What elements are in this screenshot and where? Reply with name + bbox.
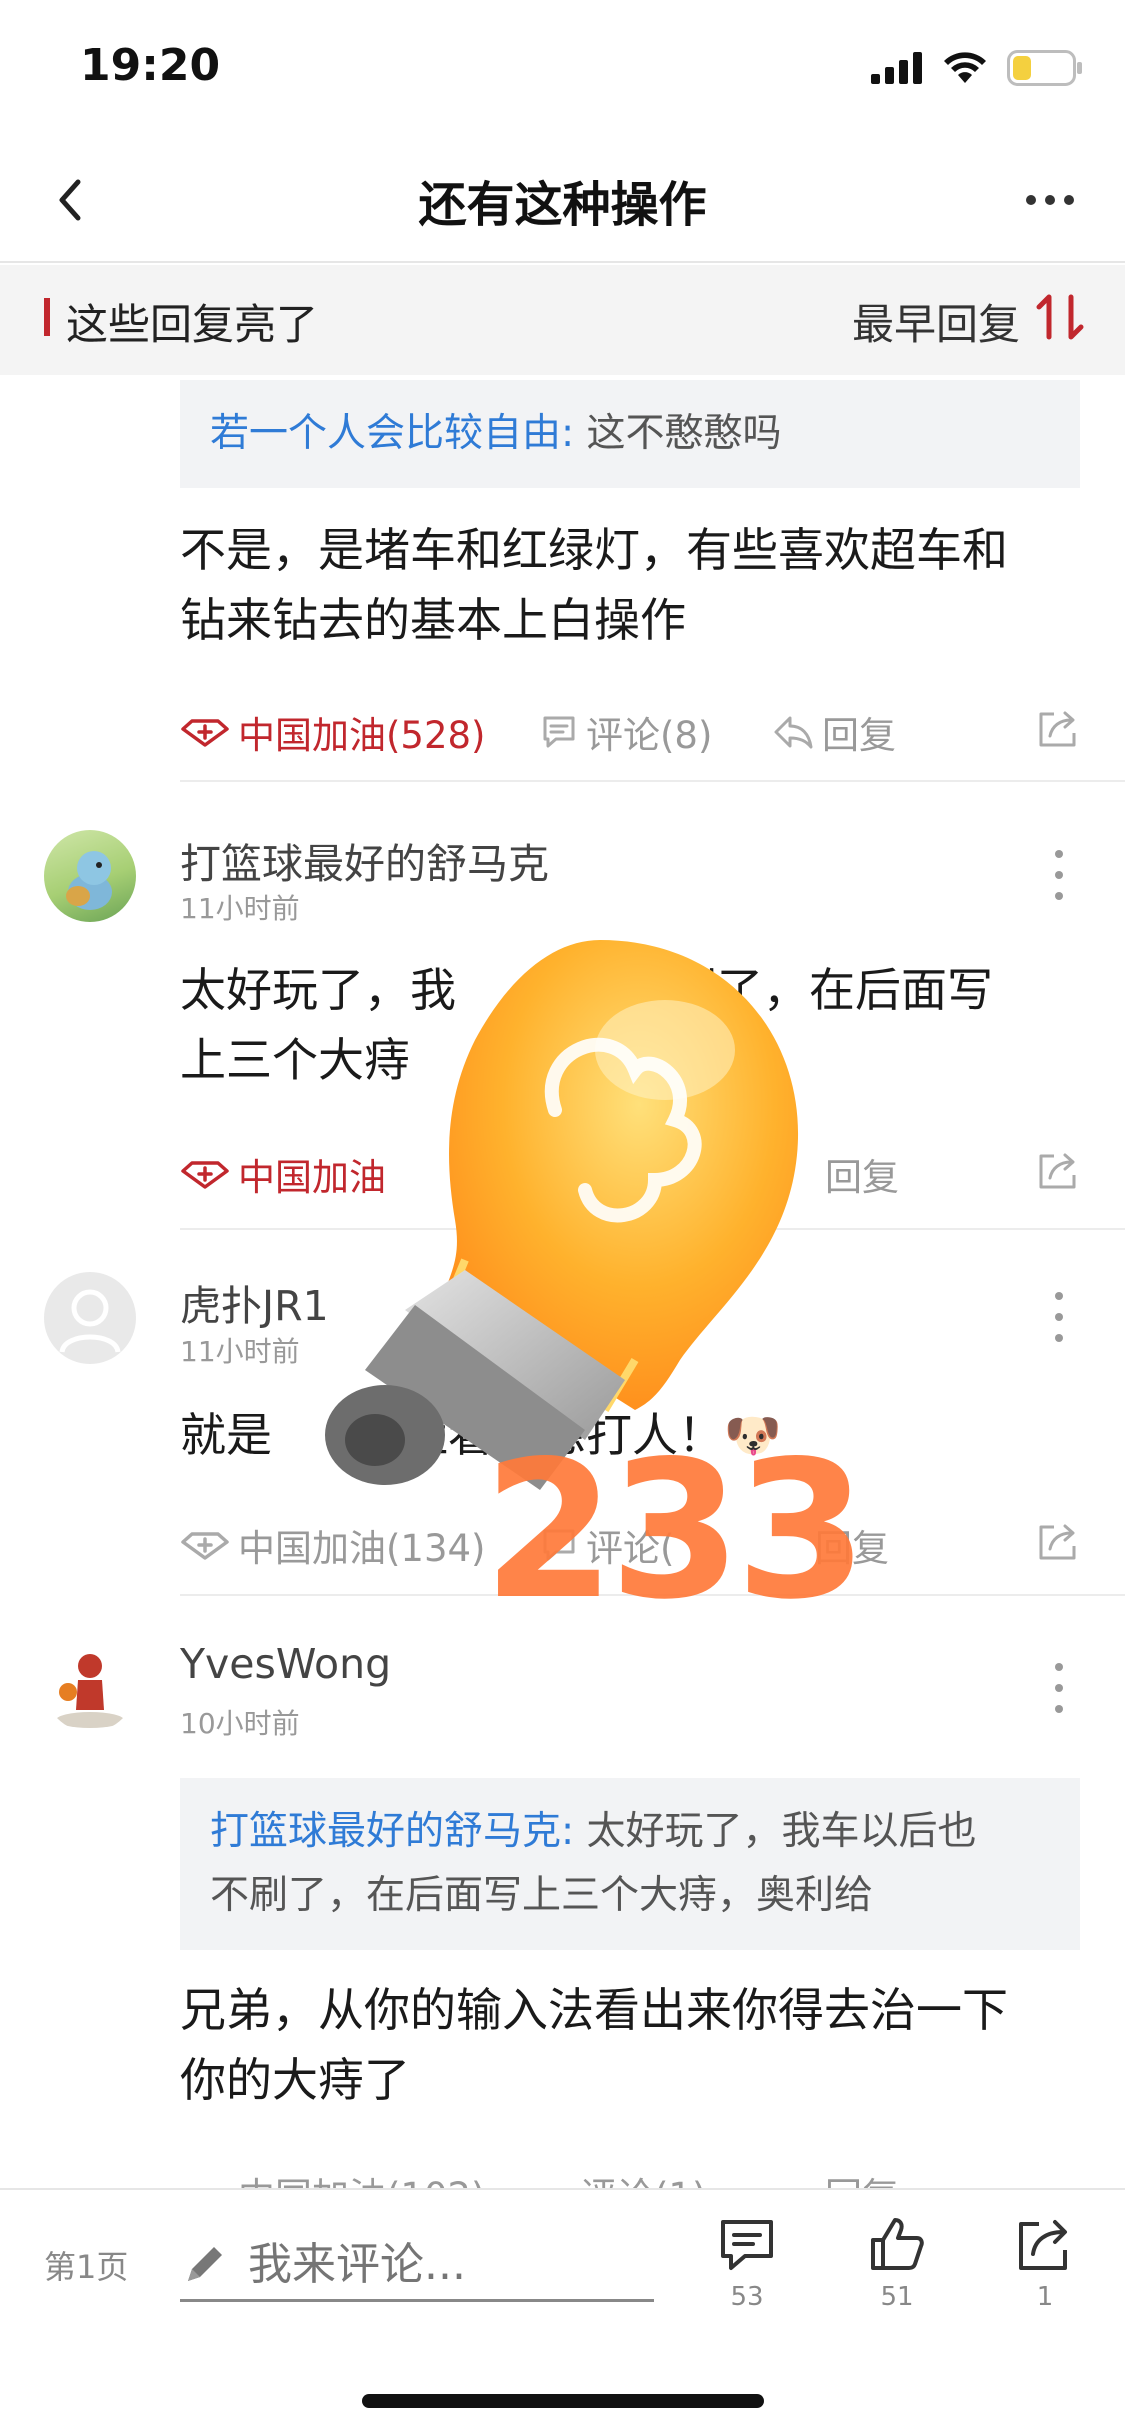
comment-line: 你的大痔了: [180, 2053, 410, 2107]
comment-icon: [543, 716, 575, 748]
section-header: 这些回复亮了 最早回复: [0, 265, 1125, 375]
wifi-icon: [944, 52, 986, 83]
avatar[interactable]: [44, 1272, 136, 1364]
light-icon: [181, 719, 229, 747]
quote-text: 太好玩了，我车以后也: [586, 1809, 977, 1854]
comment-line: 不是，是堵车和红绿灯，有些喜欢超车和: [180, 523, 1008, 577]
sort-icon[interactable]: [1035, 291, 1087, 343]
share-icon[interactable]: [1036, 706, 1080, 750]
avatar[interactable]: [44, 1640, 136, 1732]
comment-actions: 中国加油 回复: [180, 1144, 1080, 1204]
comments-count: 53: [730, 2282, 764, 2312]
likes-count: 51: [880, 2282, 914, 2312]
light-button[interactable]: 中国加油(102): [180, 2163, 486, 2188]
comment-line: 上三个大痔: [180, 1033, 410, 1087]
section-accent-bar: [44, 298, 50, 336]
avatar[interactable]: [44, 830, 136, 922]
shares-count: 1: [1036, 2282, 1054, 2312]
sort-button[interactable]: 最早回复: [852, 291, 1020, 352]
comments-button[interactable]: 53: [702, 2214, 792, 2312]
light-icon: [181, 1532, 229, 1560]
comment-time: 11小时前: [180, 892, 300, 925]
comment-icon: [721, 2220, 773, 2270]
divider: [180, 1228, 1125, 1230]
comment-text: 太好玩了，我 刷了，在后面写 上三个大痔: [180, 955, 1080, 1095]
default-avatar-icon: [59, 1289, 121, 1353]
comment-count: 评论(8): [586, 714, 713, 757]
comment-time: 10小时前: [180, 1707, 300, 1740]
light-count: 中国加油(134): [238, 1527, 486, 1570]
share-icon: [1019, 2220, 1067, 2270]
like-button[interactable]: 51: [852, 2214, 942, 2312]
quote-text: 不刷了，在后面写上三个大痔，奥利给: [210, 1873, 874, 1918]
share-button[interactable]: 1: [1000, 2214, 1090, 2312]
like-icon: [871, 2218, 924, 2270]
reaction-count: 233: [483, 1420, 868, 1641]
quote-box: 若一个人会比较自由: 这不憨憨吗: [180, 380, 1080, 488]
avatar-image: [56, 1654, 124, 1728]
comment-actions: 中国加油(102) 评论(1) 回复: [180, 2163, 1080, 2188]
share-icon[interactable]: [1036, 1519, 1080, 1563]
section-title: 这些回复亮了: [66, 300, 319, 349]
comment-line: 钻来钻去的基本上白操作: [180, 593, 686, 647]
quote-text: 这不憨憨吗: [586, 411, 782, 456]
pencil-icon: [188, 2246, 222, 2281]
comment-text: 兄弟，从你的输入法看出来你得去治一下 你的大痔了: [180, 1975, 1080, 2115]
avatar-image: [66, 851, 112, 910]
user-name[interactable]: YvesWong: [180, 1640, 391, 1688]
light-button[interactable]: 中国加油(134): [180, 1515, 486, 1575]
reply-label: 回复: [825, 1156, 899, 1199]
signal-icon: [871, 52, 922, 84]
comment-input-field[interactable]: [180, 2230, 654, 2302]
comment-more-button[interactable]: [1049, 1663, 1069, 1713]
status-time: 19:20: [80, 40, 221, 91]
reply-label: 回复: [825, 2166, 899, 2188]
more-icon: [1026, 195, 1074, 205]
comment-input[interactable]: [248, 2239, 648, 2290]
share-icon[interactable]: [1036, 1148, 1080, 1192]
home-indicator[interactable]: [362, 2394, 764, 2408]
comment-time: 11小时前: [180, 1335, 300, 1368]
comment-text: 不是，是堵车和红绿灯，有些喜欢超车和 钻来钻去的基本上白操作: [180, 515, 1080, 655]
reply-button[interactable]: 回复: [825, 1144, 899, 1204]
reply-icon: [774, 716, 813, 749]
light-icon: [181, 1161, 229, 1189]
comment-more-button[interactable]: [1049, 850, 1069, 900]
status-icons: [871, 48, 1083, 88]
quote-author[interactable]: 打篮球最好的舒马克:: [210, 1809, 574, 1854]
light-button[interactable]: 中国加油: [180, 1144, 386, 1204]
comment-more-button[interactable]: [1049, 1292, 1069, 1342]
quote-author[interactable]: 若一个人会比较自由:: [210, 411, 574, 456]
page-indicator[interactable]: 第1页: [44, 2242, 128, 2288]
light-button[interactable]: 中国加油(528): [180, 702, 486, 762]
nav-bar: 还有这种操作: [0, 135, 1125, 263]
comment-line: 太好玩了，我 刷了，在后面写: [180, 963, 993, 1017]
quote-box: 打篮球最好的舒马克: 太好玩了，我车以后也 不刷了，在后面写上三个大痔，奥利给: [180, 1778, 1080, 1950]
page-title: 还有这种操作: [418, 177, 707, 233]
light-count: 中国加油(528): [238, 714, 486, 757]
reply-label: 回复: [822, 714, 896, 757]
divider: [180, 780, 1125, 782]
user-name[interactable]: 虎扑JR1: [180, 1272, 329, 1332]
user-name[interactable]: 打篮球最好的舒马克: [180, 830, 549, 890]
more-button[interactable]: [1005, 165, 1095, 235]
comment-actions: 中国加油(528) 评论(8) 回复: [180, 702, 1080, 762]
comment-line: 兄弟，从你的输入法看出来你得去治一下: [180, 1983, 1008, 2037]
light-count: 中国加油: [238, 1156, 386, 1199]
comment-count: 评论(1): [580, 2166, 706, 2188]
light-count: 中国加油(102): [238, 2166, 486, 2188]
status-bar: 19:20: [0, 0, 1125, 135]
reply-button[interactable]: 回复: [772, 702, 896, 762]
comment-count-button[interactable]: 评论(8): [540, 702, 712, 762]
comment-count-button[interactable]: 评论(1): [580, 2163, 706, 2188]
reply-button[interactable]: 回复: [825, 2163, 899, 2188]
battery-icon: [1007, 50, 1082, 86]
